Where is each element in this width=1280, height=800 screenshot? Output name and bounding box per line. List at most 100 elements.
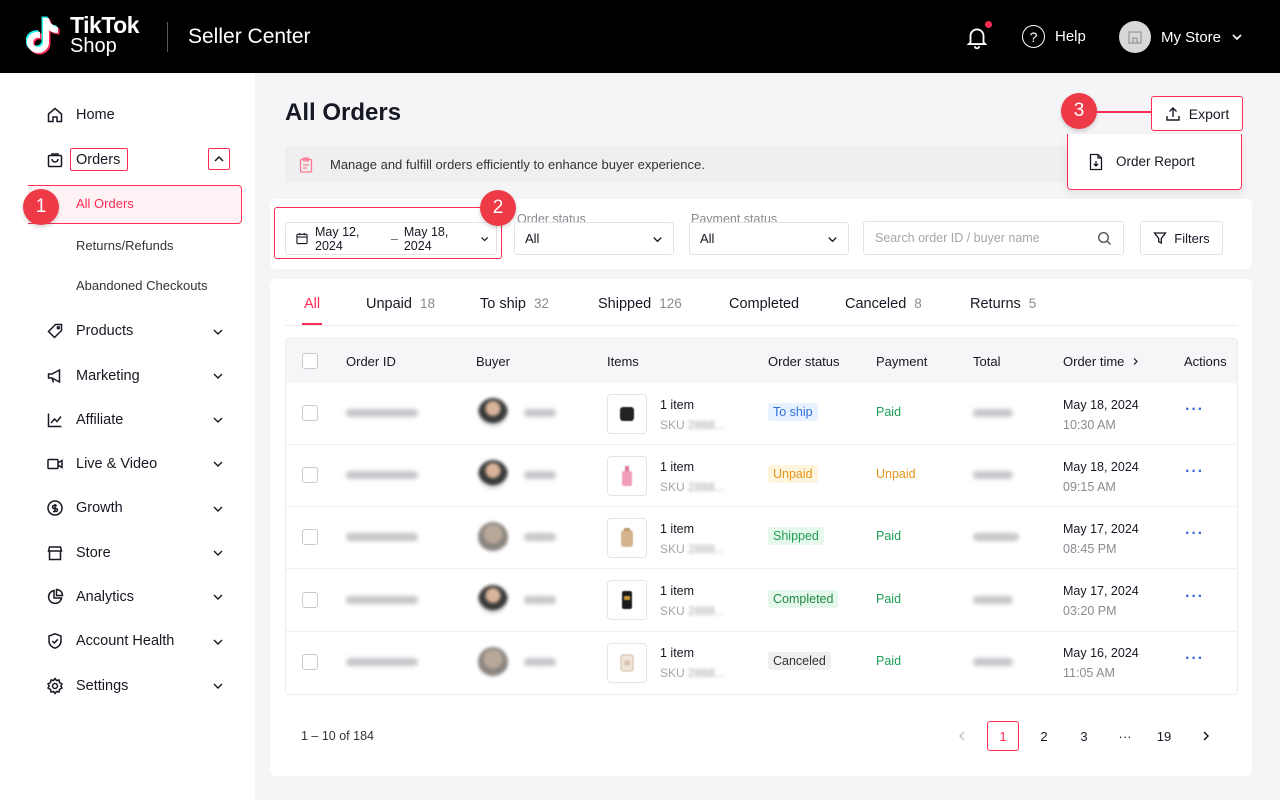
- sidebar-item-store[interactable]: Store: [46, 544, 111, 562]
- chevron-down-icon[interactable]: [212, 370, 224, 382]
- store-menu[interactable]: My Store: [1119, 21, 1243, 53]
- chevron-down-icon[interactable]: [212, 458, 224, 470]
- page-button[interactable]: 19: [1148, 721, 1180, 751]
- sidebar-item-account-health[interactable]: Account Health: [46, 632, 174, 650]
- bell-icon[interactable]: [964, 24, 990, 50]
- row-checkbox[interactable]: [302, 529, 318, 545]
- buyer-avatar: [478, 398, 508, 428]
- total-redacted: [973, 658, 1013, 666]
- tab-unpaid[interactable]: Unpaid 18: [366, 296, 435, 312]
- header-divider: [167, 22, 168, 52]
- search-box: [863, 221, 1124, 255]
- page-ellipsis[interactable]: ···: [1109, 721, 1141, 751]
- funnel-icon: [1153, 232, 1168, 245]
- prev-page-button[interactable]: [946, 721, 978, 751]
- logo-text: TikTok Shop: [70, 13, 140, 56]
- sku-label: SKU: [660, 666, 685, 680]
- chevron-down-icon[interactable]: [212, 414, 224, 426]
- dollar-icon: [47, 500, 63, 516]
- item-count: 1 item: [660, 584, 695, 598]
- tab-count: 5: [1028, 296, 1037, 311]
- sidebar-item-growth[interactable]: Growth: [46, 499, 123, 517]
- tab-count: 8: [914, 296, 922, 311]
- chevron-down-icon[interactable]: [212, 547, 224, 559]
- sidebar-item-marketing[interactable]: Marketing: [46, 367, 140, 385]
- chevron-down-icon[interactable]: [212, 503, 224, 515]
- search-icon[interactable]: [1097, 231, 1112, 246]
- row-checkbox[interactable]: [302, 654, 318, 670]
- order-time: 10:30 AM: [1063, 418, 1116, 432]
- export-button[interactable]: Export: [1151, 96, 1243, 131]
- chevron-down-icon[interactable]: [212, 680, 224, 692]
- product-image: [621, 528, 633, 547]
- status-badge: Canceled: [768, 652, 831, 670]
- sidebar-sub-item-abandoned[interactable]: Abandoned Checkouts: [76, 278, 208, 293]
- chevron-down-icon[interactable]: [212, 326, 224, 338]
- help-button[interactable]: ? Help: [1022, 25, 1086, 48]
- more-actions-icon[interactable]: ···: [1185, 588, 1204, 606]
- sidebar-sub-item-all-orders[interactable]: [28, 185, 242, 224]
- column-header: Buyer: [476, 354, 510, 369]
- total-redacted: [973, 533, 1019, 541]
- total-redacted: [973, 409, 1013, 417]
- orders-table: [285, 338, 1238, 695]
- order-status-select[interactable]: All: [514, 222, 674, 255]
- row-checkbox[interactable]: [302, 592, 318, 608]
- sidebar-item-home[interactable]: Home: [46, 106, 115, 124]
- tabs-divider: [285, 325, 1238, 326]
- row-checkbox[interactable]: [302, 467, 318, 483]
- chevron-down-icon[interactable]: [212, 591, 224, 603]
- order-date: May 18, 2024: [1063, 460, 1139, 474]
- page-button-current[interactable]: 1: [987, 721, 1019, 751]
- total-redacted: [973, 471, 1013, 479]
- status-badge: To ship: [768, 403, 818, 421]
- sidebar-item-affiliate[interactable]: Affiliate: [46, 411, 123, 429]
- sku-redacted: 2888...: [688, 666, 725, 680]
- column-header-sortable[interactable]: Order time: [1063, 354, 1140, 369]
- more-actions-icon[interactable]: ···: [1185, 525, 1204, 543]
- date-range-picker[interactable]: May 12, 2024 – May 18, 2024: [285, 222, 497, 255]
- dropdown-item-order-report[interactable]: Order Report: [1116, 154, 1195, 169]
- sidebar-item-products[interactable]: Products: [46, 322, 133, 340]
- tiktok-shop-logo[interactable]: TikTok Shop: [26, 13, 140, 56]
- tab-label: Canceled: [845, 296, 907, 312]
- info-banner: Manage and fulfill orders efficiently to…: [285, 146, 1085, 183]
- payment-status-select[interactable]: All: [689, 222, 849, 255]
- next-page-button[interactable]: [1190, 721, 1222, 751]
- more-actions-icon[interactable]: ···: [1185, 650, 1204, 668]
- page-button[interactable]: 2: [1028, 721, 1060, 751]
- tab-canceled[interactable]: Canceled 8: [845, 296, 922, 312]
- row-checkbox[interactable]: [302, 405, 318, 421]
- select-all-checkbox[interactable]: [302, 353, 318, 369]
- sku-redacted: 2888...: [688, 604, 725, 618]
- tab-label: All: [304, 296, 321, 312]
- sidebar-item-live-video[interactable]: Live & Video: [46, 455, 157, 473]
- more-actions-icon[interactable]: ···: [1185, 463, 1204, 481]
- orders-collapse-button[interactable]: [208, 148, 230, 170]
- buyer-name-redacted: [524, 658, 556, 666]
- sidebar-item-analytics[interactable]: Analytics: [46, 588, 134, 606]
- tab-completed[interactable]: Completed: [729, 296, 799, 312]
- sidebar-item-orders[interactable]: Orders: [46, 151, 120, 169]
- product-image: [622, 466, 632, 486]
- tab-shipped[interactable]: Shipped 126: [598, 296, 682, 312]
- more-actions-icon[interactable]: ···: [1185, 401, 1204, 419]
- date-to: May 18, 2024: [403, 224, 449, 253]
- tab-returns[interactable]: Returns 5: [970, 296, 1036, 312]
- sidebar-item-settings[interactable]: Settings: [46, 677, 128, 695]
- tab-to-ship[interactable]: To ship 32: [480, 296, 549, 312]
- store-icon: [1128, 31, 1142, 44]
- sidebar-label: Account Health: [76, 633, 175, 649]
- sidebar-sub-item-returns[interactable]: Returns/Refunds: [76, 238, 174, 253]
- tab-count: 126: [659, 296, 682, 311]
- chevron-down-icon[interactable]: [212, 636, 224, 648]
- order-date: May 16, 2024: [1063, 646, 1139, 660]
- page-button[interactable]: 3: [1068, 721, 1100, 751]
- buyer-name-redacted: [524, 409, 556, 417]
- tab-all[interactable]: All: [304, 296, 320, 312]
- filters-button[interactable]: Filters: [1140, 221, 1223, 255]
- tab-label: Completed: [729, 296, 800, 312]
- product-thumbnail: [607, 456, 647, 496]
- upload-icon: [1166, 106, 1180, 121]
- search-input[interactable]: [864, 222, 1084, 254]
